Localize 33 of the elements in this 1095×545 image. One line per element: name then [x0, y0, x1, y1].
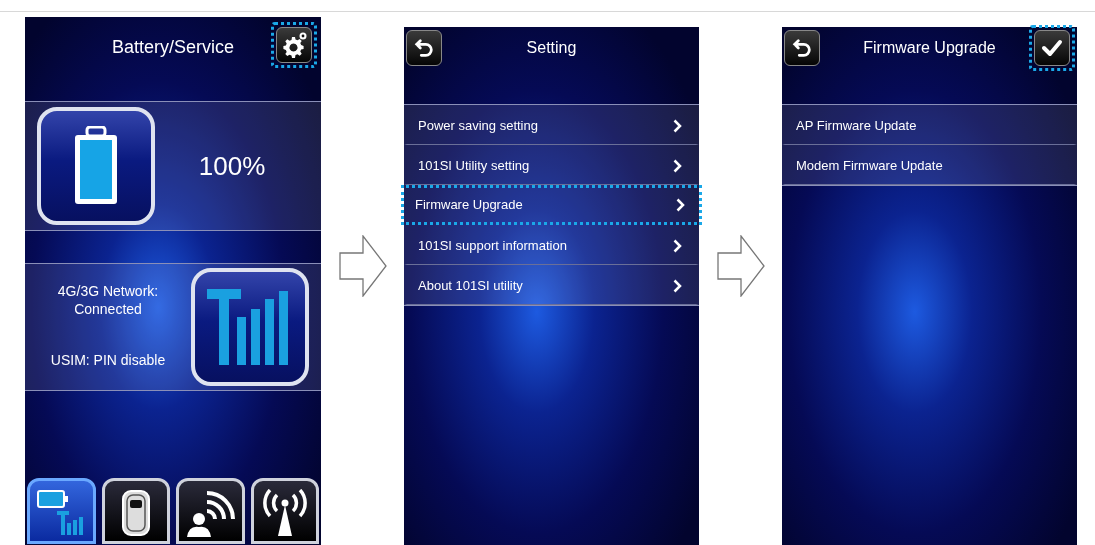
network-status-text: 4G/3G Network: [57, 283, 159, 301]
chevron-right-icon [673, 239, 682, 253]
chevron-right-icon [676, 198, 685, 212]
tab-button[interactable] [27, 478, 96, 544]
network-status-text: Connected [74, 300, 142, 318]
menu-item[interactable]: 101SI Utility setting [404, 145, 699, 185]
person-signal-icon [185, 489, 236, 537]
menu-item[interactable]: Firmware Upgrade [401, 185, 702, 225]
gears-icon [280, 31, 308, 59]
battery-percentage: 100% [197, 149, 267, 183]
right-arrow-icon [338, 235, 387, 297]
menu-item[interactable]: 101SI support information [404, 225, 699, 265]
phone-icon [120, 489, 151, 537]
menu-item[interactable]: AP Firmware Update [782, 105, 1077, 145]
tab-button[interactable] [250, 478, 319, 544]
menu-item[interactable]: Power saving setting [404, 105, 699, 145]
menu-item[interactable]: About 101SI utility [404, 265, 699, 305]
chevron-right-icon [673, 119, 682, 133]
battery-icon [73, 126, 119, 206]
screen-title: Setting [525, 38, 578, 58]
chevron-right-icon [673, 159, 682, 173]
tab-button[interactable] [101, 478, 170, 544]
menu-item[interactable]: Modem Firmware Update [782, 145, 1077, 185]
screen-title: Battery/Service [110, 35, 235, 59]
right-arrow-icon [716, 235, 765, 297]
screen-title: Firmware Upgrade [862, 38, 997, 58]
back-arrow-icon [413, 37, 435, 59]
usim-status-text: USIM: PIN disable [50, 351, 166, 370]
back-button[interactable] [784, 30, 820, 66]
tab-button[interactable] [176, 478, 245, 544]
back-button[interactable] [406, 30, 442, 66]
chevron-right-icon [673, 279, 682, 293]
back-arrow-icon [791, 37, 813, 59]
